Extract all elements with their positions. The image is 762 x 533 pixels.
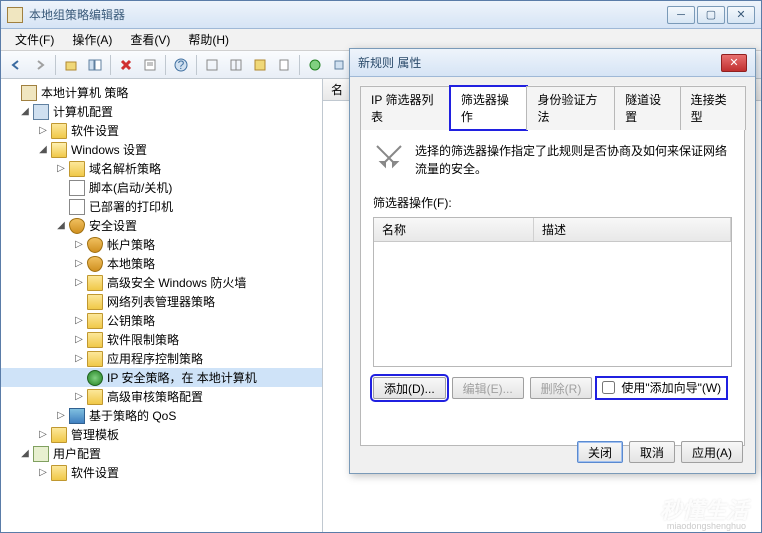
add-button[interactable]: 添加(D)... — [373, 377, 446, 399]
main-titlebar: 本地组策略编辑器 ─ ▢ ✕ — [1, 1, 761, 29]
tree-policy-qos[interactable]: ▷基于策略的 QoS — [1, 406, 322, 425]
tab-filter-action[interactable]: 筛选器操作 — [450, 86, 528, 130]
dialog-tabs: IP 筛选器列表 筛选器操作 身份验证方法 隧道设置 连接类型 — [360, 85, 745, 130]
list-col-name: 名 — [331, 81, 343, 98]
window-buttons: ─ ▢ ✕ — [667, 6, 755, 24]
tree-panel[interactable]: 本地计算机 策略 ◢计算机配置 ▷软件设置 ◢Windows 设置 ▷域名解析策… — [1, 79, 323, 532]
tree-adv-audit[interactable]: ▷高级审核策略配置 — [1, 387, 322, 406]
menu-action[interactable]: 操作(A) — [64, 29, 120, 50]
cancel-button[interactable]: 取消 — [629, 441, 675, 463]
tool-6[interactable] — [328, 54, 350, 76]
tree-dns-policy[interactable]: ▷域名解析策略 — [1, 159, 322, 178]
up-button[interactable] — [60, 54, 82, 76]
apply-button[interactable]: 应用(A) — [681, 441, 743, 463]
tree-deployed-printers[interactable]: 已部署的打印机 — [1, 197, 322, 216]
menu-view[interactable]: 查看(V) — [122, 29, 178, 50]
menu-file[interactable]: 文件(F) — [7, 29, 62, 50]
tree-security-settings[interactable]: ◢安全设置 — [1, 216, 322, 235]
tool-5[interactable] — [304, 54, 326, 76]
tree-computer-config[interactable]: ◢计算机配置 — [1, 102, 322, 121]
tree-software-restrict[interactable]: ▷软件限制策略 — [1, 330, 322, 349]
tree-admin-templates[interactable]: ▷管理模板 — [1, 425, 322, 444]
tree-user-config[interactable]: ◢用户配置 — [1, 444, 322, 463]
tree-net-list-mgr[interactable]: 网络列表管理器策略 — [1, 292, 322, 311]
minimize-button[interactable]: ─ — [667, 6, 695, 24]
properties-button[interactable] — [139, 54, 161, 76]
dialog-close-button[interactable]: ✕ — [721, 54, 747, 72]
close-dialog-button[interactable]: 关闭 — [577, 441, 623, 463]
dialog-title: 新规则 属性 — [358, 54, 721, 71]
tree-ip-security[interactable]: IP 安全策略，在 本地计算机 — [1, 368, 322, 387]
col-name[interactable]: 名称 — [374, 218, 534, 241]
tree-windows-settings[interactable]: ◢Windows 设置 — [1, 140, 322, 159]
help-button[interactable]: ? — [170, 54, 192, 76]
tool-4[interactable] — [273, 54, 295, 76]
remove-button[interactable]: 删除(R) — [530, 377, 593, 399]
tree-root[interactable]: 本地计算机 策略 — [1, 83, 322, 102]
use-wizard-checkbox[interactable]: 使用"添加向导"(W) — [598, 379, 725, 397]
maximize-button[interactable]: ▢ — [697, 6, 725, 24]
dialog-buttons: 关闭 取消 应用(A) — [577, 441, 743, 463]
close-button[interactable]: ✕ — [727, 6, 755, 24]
show-console-tree-button[interactable] — [84, 54, 106, 76]
tool-2[interactable] — [225, 54, 247, 76]
window-title: 本地组策略编辑器 — [29, 6, 667, 23]
dialog-body: IP 筛选器列表 筛选器操作 身份验证方法 隧道设置 连接类型 选择的筛选器操作… — [350, 77, 755, 454]
use-wizard-label: 使用"添加向导"(W) — [621, 381, 721, 395]
tree-adv-firewall[interactable]: ▷高级安全 Windows 防火墙 — [1, 273, 322, 292]
menu-help[interactable]: 帮助(H) — [180, 29, 237, 50]
tree-local-policy[interactable]: ▷本地策略 — [1, 254, 322, 273]
tree-software-settings[interactable]: ▷软件设置 — [1, 121, 322, 140]
dialog-titlebar[interactable]: 新规则 属性 ✕ — [350, 49, 755, 77]
tree-app-control[interactable]: ▷应用程序控制策略 — [1, 349, 322, 368]
delete-button[interactable] — [115, 54, 137, 76]
filter-action-label: 筛选器操作(F): — [373, 194, 732, 211]
forward-button[interactable] — [29, 54, 51, 76]
app-icon — [7, 7, 23, 23]
tab-conn-type[interactable]: 连接类型 — [680, 86, 746, 130]
svg-text:?: ? — [178, 58, 185, 72]
swords-icon — [373, 142, 405, 174]
filter-action-list[interactable]: 名称 描述 — [373, 217, 732, 367]
tool-3[interactable] — [249, 54, 271, 76]
rule-properties-dialog: 新规则 属性 ✕ IP 筛选器列表 筛选器操作 身份验证方法 隧道设置 连接类型… — [349, 48, 756, 474]
use-wizard-input[interactable] — [602, 381, 615, 394]
tool-1[interactable] — [201, 54, 223, 76]
tree-public-key[interactable]: ▷公钥策略 — [1, 311, 322, 330]
info-text: 选择的筛选器操作指定了此规则是否协商及如何来保证网络流量的安全。 — [415, 142, 732, 178]
back-button[interactable] — [5, 54, 27, 76]
list-box-header: 名称 描述 — [374, 218, 731, 242]
tab-ip-filter[interactable]: IP 筛选器列表 — [360, 86, 451, 130]
tree-account-policy[interactable]: ▷帐户策略 — [1, 235, 322, 254]
col-desc[interactable]: 描述 — [534, 218, 731, 241]
edit-button[interactable]: 编辑(E)... — [452, 377, 524, 399]
tab-tunnel[interactable]: 隧道设置 — [614, 86, 680, 130]
tree-scripts[interactable]: 脚本(启动/关机) — [1, 178, 322, 197]
tab-content: 选择的筛选器操作指定了此规则是否协商及如何来保证网络流量的安全。 筛选器操作(F… — [360, 130, 745, 446]
tab-auth[interactable]: 身份验证方法 — [526, 86, 615, 130]
tree-user-software[interactable]: ▷软件设置 — [1, 463, 322, 482]
